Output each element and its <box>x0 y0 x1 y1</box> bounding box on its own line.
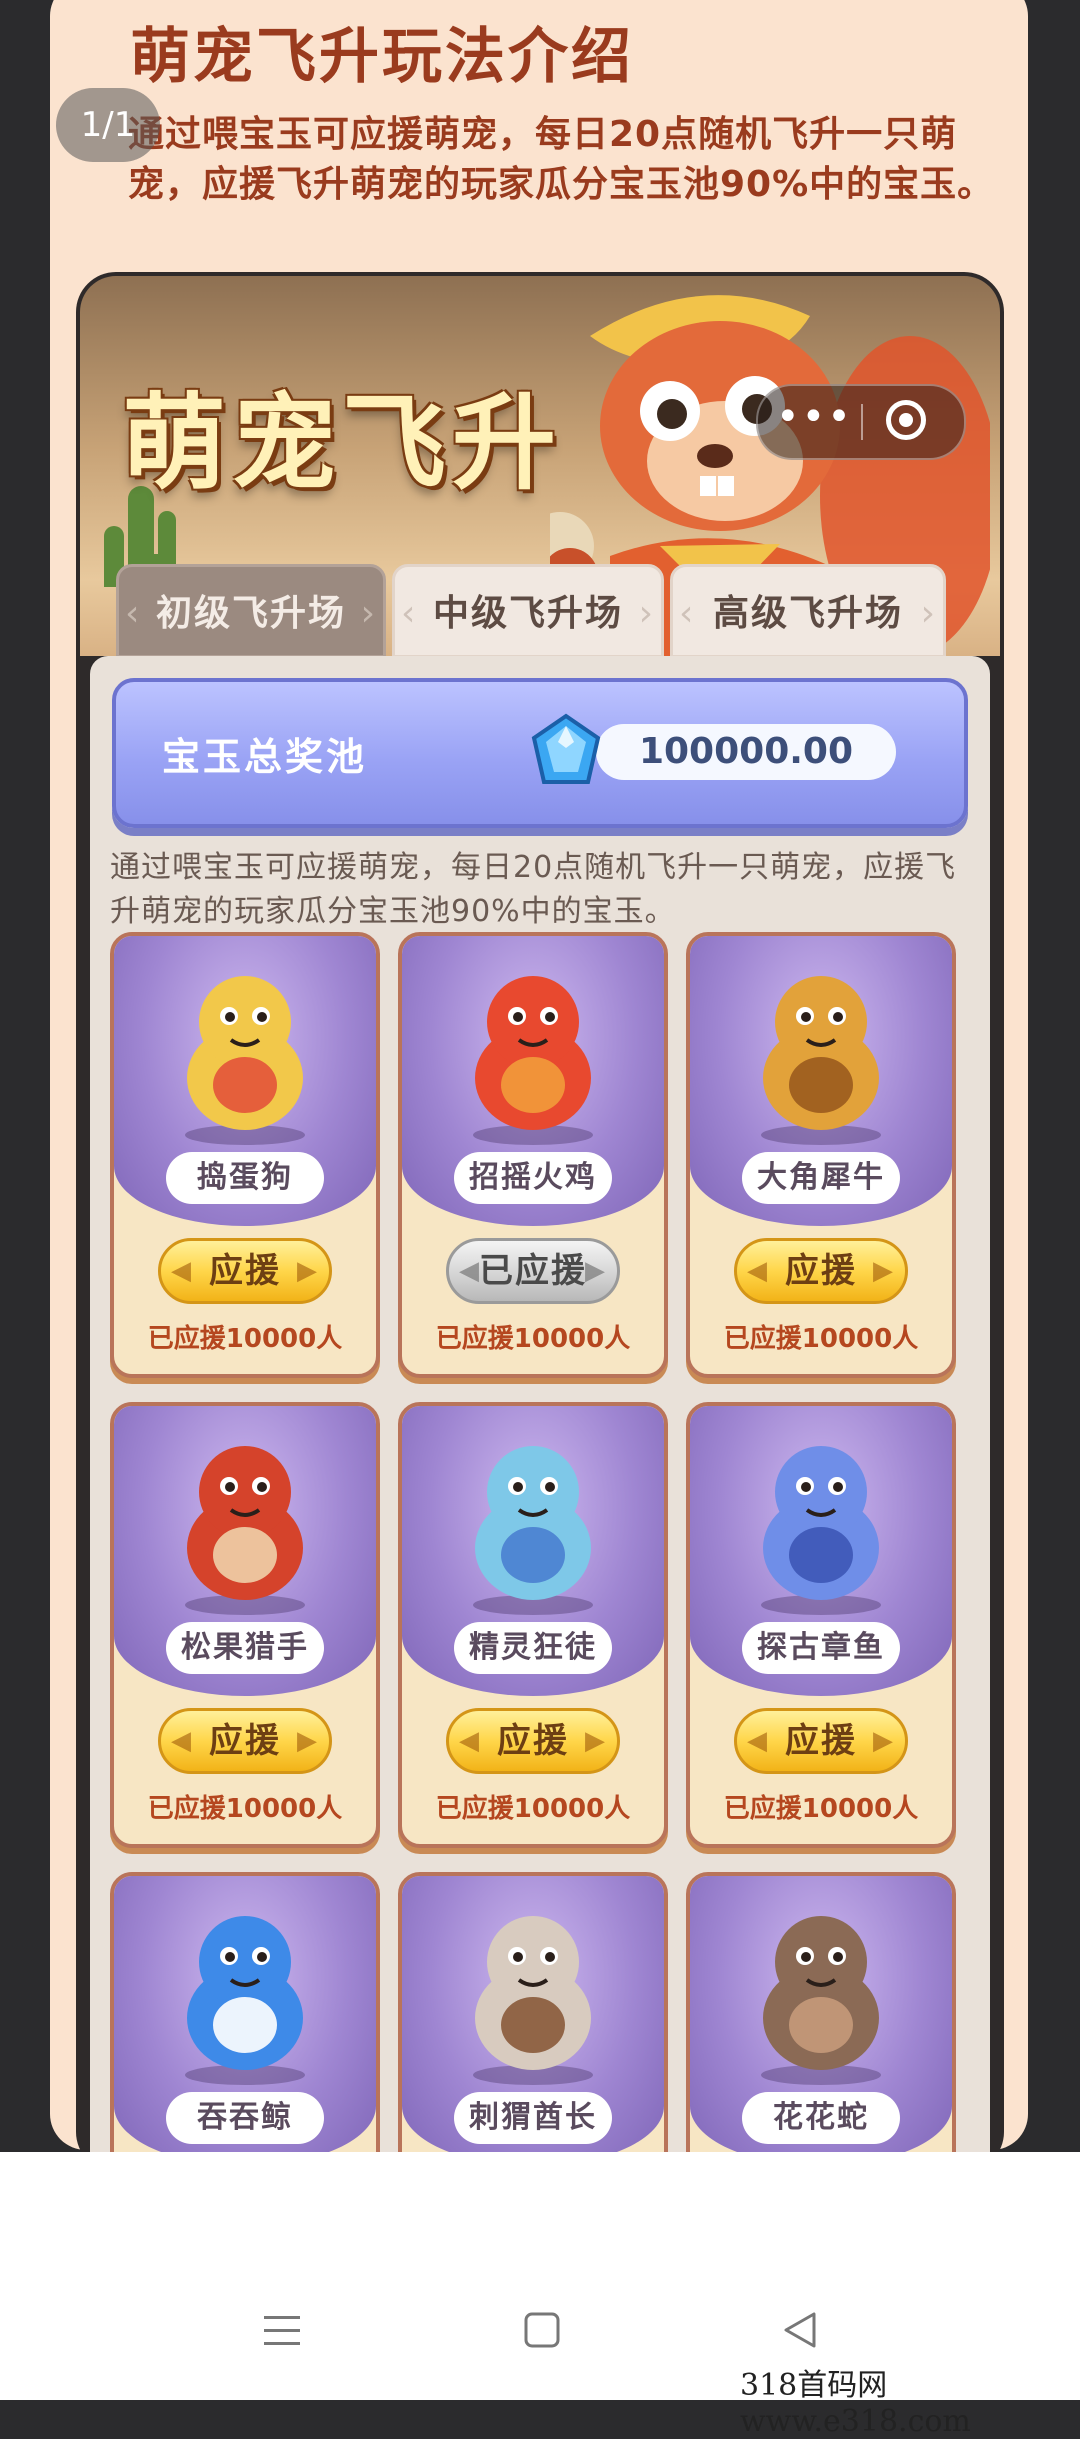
support-count: 已应援10000人 <box>147 1794 343 1824</box>
jade-gem-icon <box>531 713 601 784</box>
support-count: 已应援10000人 <box>723 1324 919 1354</box>
chevron-left-icon: ◀ <box>171 1726 193 1756</box>
more-dots-icon[interactable]: ••• <box>776 386 851 458</box>
chevron-right-icon: ▶ <box>297 1256 319 1286</box>
pet-figure-icon <box>761 1916 881 2085</box>
support-button-label: 已应援 <box>479 1251 587 1291</box>
pet-card: 大角犀牛 ◀ 应援 ▶ 已应援10000人 <box>686 932 956 1378</box>
chevron-left-icon: ‹ <box>401 593 418 634</box>
chevron-right-icon: › <box>638 593 655 634</box>
home-square-icon[interactable] <box>522 2310 562 2350</box>
pet-figure-icon <box>761 976 881 1145</box>
pet-name: 精灵狂徒 <box>454 1622 612 1674</box>
pet-card: 吞吞鲸 <box>110 1872 380 2172</box>
pet-figure-icon <box>473 1446 593 1615</box>
chevron-right-icon: › <box>920 593 937 634</box>
pet-figure-icon <box>185 976 305 1145</box>
pet-card: 捣蛋狗 ◀ 应援 ▶ 已应援10000人 <box>110 932 380 1378</box>
pet-name: 吞吞鲸 <box>166 2092 324 2144</box>
tab-label: 初级飞升场 <box>155 593 346 634</box>
chevron-left-icon: ‹ <box>679 593 696 634</box>
pet-figure-icon <box>473 1916 593 2085</box>
chevron-right-icon: › <box>360 593 377 634</box>
chevron-right-icon: ▶ <box>585 1726 607 1756</box>
chevron-left-icon: ◀ <box>459 1256 481 1286</box>
support-count: 已应援10000人 <box>435 1324 631 1354</box>
support-button-label: 应援 <box>785 1721 857 1761</box>
support-button[interactable]: ◀ 应援 ▶ <box>734 1238 908 1304</box>
chevron-right-icon: ▶ <box>585 1256 607 1286</box>
tab-label: 高级飞升场 <box>712 593 903 634</box>
pet-card: 花花蛇 <box>686 1872 956 2172</box>
support-button[interactable]: ◀ 应援 ▶ <box>158 1238 332 1304</box>
chevron-left-icon: ◀ <box>747 1726 769 1756</box>
prize-pool-banner: 宝玉总奖池 100000.00 <box>112 678 968 828</box>
pet-figure-icon <box>185 1446 305 1615</box>
pet-name: 刺猬酋长 <box>454 2092 612 2144</box>
content-description: 通过喂宝玉可应援萌宠，每日20点随机飞升一只萌宠，应援飞升萌宠的玩家瓜分宝玉池9… <box>110 850 957 929</box>
back-triangle-icon[interactable] <box>780 2310 820 2350</box>
support-button[interactable]: ◀ 应援 ▶ <box>158 1708 332 1774</box>
capsule-divider <box>861 404 863 440</box>
target-icon[interactable] <box>886 400 926 440</box>
pet-name: 大角犀牛 <box>742 1152 900 1204</box>
support-button[interactable]: ◀ 应援 ▶ <box>734 1708 908 1774</box>
content-panel: 宝玉总奖池 100000.00 通过喂宝玉可应援萌宠，每日20点随机飞升一只萌宠… <box>90 656 990 2172</box>
chevron-right-icon: ▶ <box>297 1726 319 1756</box>
support-count: 已应援10000人 <box>435 1794 631 1824</box>
pet-figure-icon <box>185 1916 305 2085</box>
article-description: 通过喂宝玉可应援萌宠，每日20点随机飞升一只萌宠，应援飞升萌宠的玩家瓜分宝玉池9… <box>128 114 995 205</box>
pet-figure-icon <box>473 976 593 1145</box>
tab-advanced[interactable]: ‹ 高级飞升场 › <box>670 564 946 658</box>
pet-figure-icon <box>761 1446 881 1615</box>
pet-card: 招摇火鸡 ◀ 已应援 ▶ 已应援10000人 <box>398 932 668 1378</box>
article-title: 萌宠飞升玩法介绍 <box>130 22 634 92</box>
supported-button[interactable]: ◀ 已应援 ▶ <box>446 1238 620 1304</box>
pet-card: 松果猎手 ◀ 应援 ▶ 已应援10000人 <box>110 1402 380 1848</box>
support-button-label: 应援 <box>497 1721 569 1761</box>
support-button-label: 应援 <box>209 1251 281 1291</box>
chevron-left-icon: ◀ <box>747 1256 769 1286</box>
banner-title: 萌宠飞升 <box>122 382 563 504</box>
chevron-left-icon: ◀ <box>459 1726 481 1756</box>
pet-name: 招摇火鸡 <box>454 1152 612 1204</box>
chevron-right-icon: ▶ <box>873 1256 895 1286</box>
miniapp-capsule: ••• <box>756 384 966 460</box>
pet-card: 探古章鱼 ◀ 应援 ▶ 已应援10000人 <box>686 1402 956 1848</box>
pet-name: 探古章鱼 <box>742 1622 900 1674</box>
chevron-left-icon: ◀ <box>171 1256 193 1286</box>
support-button-label: 应援 <box>785 1251 857 1291</box>
pet-name: 捣蛋狗 <box>166 1152 324 1204</box>
support-button-label: 应援 <box>209 1721 281 1761</box>
tab-basic[interactable]: ‹ 初级飞升场 › <box>116 564 386 658</box>
pet-name: 花花蛇 <box>742 2092 900 2144</box>
chevron-right-icon: ▶ <box>873 1726 895 1756</box>
support-count: 已应援10000人 <box>147 1324 343 1354</box>
tab-label: 中级飞升场 <box>432 593 623 634</box>
miniapp-screenshot: 萌宠飞升 ••• ‹ 初级飞升场 › ‹ 中级飞升场 › ‹ 高级飞升场 › 宝… <box>76 272 1004 2172</box>
pool-label: 宝玉总奖池 <box>162 735 368 779</box>
chevron-left-icon: ‹ <box>125 593 142 634</box>
support-button[interactable]: ◀ 应援 ▶ <box>446 1708 620 1774</box>
image-counter: 1/1 <box>56 88 160 162</box>
support-count: 已应援10000人 <box>723 1794 919 1824</box>
pool-value: 100000.00 <box>596 724 896 780</box>
pet-name: 松果猎手 <box>166 1622 324 1674</box>
pet-card: 精灵狂徒 ◀ 应援 ▶ 已应援10000人 <box>398 1402 668 1848</box>
menu-icon[interactable] <box>262 2310 302 2350</box>
tab-intermediate[interactable]: ‹ 中级飞升场 › <box>392 564 664 658</box>
pet-card: 刺猬酋长 <box>398 1872 668 2172</box>
